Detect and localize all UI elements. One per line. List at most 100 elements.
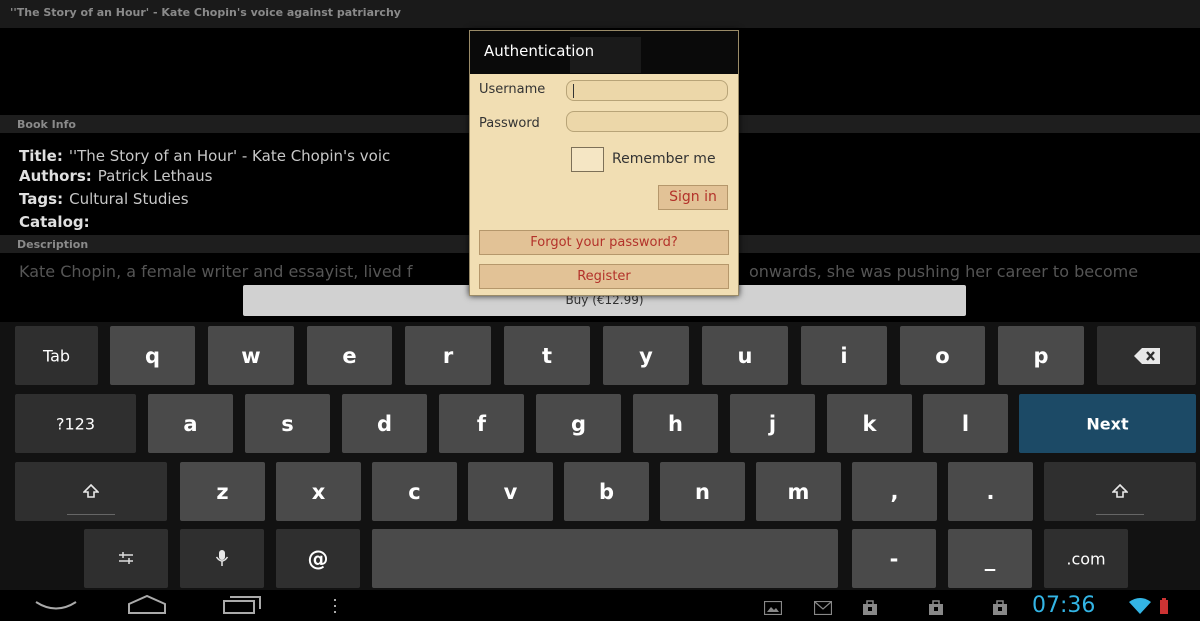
key-label: u [737, 343, 753, 368]
gmail-icon [814, 601, 832, 615]
key-label: @ [307, 546, 329, 571]
key-t[interactable]: t [504, 326, 590, 385]
key-d[interactable]: d [342, 394, 427, 453]
key-label: l [961, 411, 970, 436]
key-dotcom[interactable]: .com [1044, 529, 1128, 588]
key-e[interactable]: e [307, 326, 392, 385]
menu-icon[interactable] [333, 599, 337, 613]
key-s[interactable]: s [245, 394, 330, 453]
key-label: q [144, 343, 161, 368]
app-title: ''The Story of an Hour' - Kate Chopin's … [10, 6, 401, 19]
description-header-label: Description [17, 238, 89, 251]
key-a[interactable]: a [148, 394, 233, 453]
key-x[interactable]: x [276, 462, 361, 521]
key-label: s [281, 411, 294, 436]
key-underscore[interactable]: _ [948, 529, 1032, 588]
key-label: j [768, 411, 777, 436]
key-r[interactable]: r [405, 326, 491, 385]
book-authors-row: Authors: Patrick Lethaus [19, 167, 213, 185]
key-c[interactable]: c [372, 462, 457, 521]
key-label: w [241, 343, 261, 368]
book-catalog-row: Catalog: [19, 213, 96, 231]
key-space[interactable] [372, 529, 838, 588]
key-v[interactable]: v [468, 462, 553, 521]
key-label: p [1033, 343, 1049, 368]
key-comma[interactable]: , [852, 462, 937, 521]
key-f[interactable]: f [439, 394, 524, 453]
key-dotcom-label: .com [1066, 549, 1106, 568]
key-g[interactable]: g [536, 394, 621, 453]
shopping-bag-icon [863, 600, 877, 615]
password-field[interactable] [566, 111, 728, 132]
description-text-left: Kate Chopin, a female writer and essayis… [19, 262, 413, 281]
key-label: m [787, 479, 810, 504]
key-label: c [408, 479, 421, 504]
key-label: r [442, 343, 454, 368]
key-label: h [668, 411, 683, 436]
key-label: b [598, 479, 615, 504]
app-title-bar: ''The Story of an Hour' - Kate Chopin's … [0, 0, 1200, 28]
key-j[interactable]: j [730, 394, 815, 453]
key-settings[interactable] [84, 529, 168, 588]
key-label: g [570, 411, 587, 436]
key-h[interactable]: h [633, 394, 718, 453]
key-z[interactable]: z [180, 462, 265, 521]
username-field[interactable] [566, 80, 728, 101]
status-clock: 07:36 [1032, 593, 1096, 618]
key-backspace[interactable] [1097, 326, 1196, 385]
key-next[interactable]: Next [1019, 394, 1196, 453]
system-navigation-bar [0, 590, 1200, 621]
key-label: d [376, 411, 393, 436]
register-button[interactable]: Register [479, 264, 729, 289]
title-value: ''The Story of an Hour' - Kate Chopin's … [68, 147, 391, 165]
key-period[interactable]: . [948, 462, 1033, 521]
shopping-bag-icon [929, 600, 943, 615]
key-label: z [216, 479, 229, 504]
key-at[interactable]: @ [276, 529, 360, 588]
battery-icon [1160, 598, 1168, 614]
key-label: o [935, 343, 950, 368]
key-shift-right[interactable] [1044, 462, 1196, 521]
key-shift-left[interactable] [15, 462, 167, 521]
key-label: k [862, 411, 877, 436]
key-label: , [890, 479, 899, 504]
back-icon[interactable] [34, 599, 78, 615]
key-label: - [889, 546, 899, 571]
key-label: a [183, 411, 198, 436]
recent-apps-icon[interactable] [222, 594, 262, 616]
key-u[interactable]: u [702, 326, 788, 385]
authentication-dialog: Authentication Username Password Remembe… [469, 30, 739, 296]
key-label: i [840, 343, 848, 368]
key-hyphen[interactable]: - [852, 529, 936, 588]
password-label: Password [479, 116, 540, 131]
key-q[interactable]: q [110, 326, 195, 385]
key-m[interactable]: m [756, 462, 841, 521]
key-k[interactable]: k [827, 394, 912, 453]
shift-icon [1112, 484, 1128, 498]
key-tab-label: Tab [42, 346, 71, 365]
forgot-password-button[interactable]: Forgot your password? [479, 230, 729, 255]
description-text-right: onwards, she was pushing her career to b… [749, 262, 1139, 281]
remember-me-label: Remember me [612, 151, 716, 167]
backspace-icon [1134, 348, 1160, 364]
key-l[interactable]: l [923, 394, 1008, 453]
key-symbols[interactable]: ?123 [15, 394, 136, 453]
key-b[interactable]: b [564, 462, 649, 521]
key-o[interactable]: o [900, 326, 985, 385]
key-p[interactable]: p [998, 326, 1084, 385]
remember-me-checkbox[interactable] [571, 147, 604, 172]
shopping-bag-icon [993, 600, 1007, 615]
key-tab[interactable]: Tab [15, 326, 98, 385]
key-w[interactable]: w [208, 326, 294, 385]
key-label: f [476, 411, 487, 436]
shift-underline [67, 514, 115, 515]
catalog-label: Catalog: [19, 213, 90, 231]
key-y[interactable]: y [603, 326, 689, 385]
key-i[interactable]: i [801, 326, 887, 385]
home-icon[interactable] [127, 594, 167, 614]
key-voice-input[interactable] [180, 529, 264, 588]
sign-in-button[interactable]: Sign in [658, 185, 728, 210]
key-label: n [695, 479, 710, 504]
wifi-icon [1129, 598, 1151, 614]
key-n[interactable]: n [660, 462, 745, 521]
